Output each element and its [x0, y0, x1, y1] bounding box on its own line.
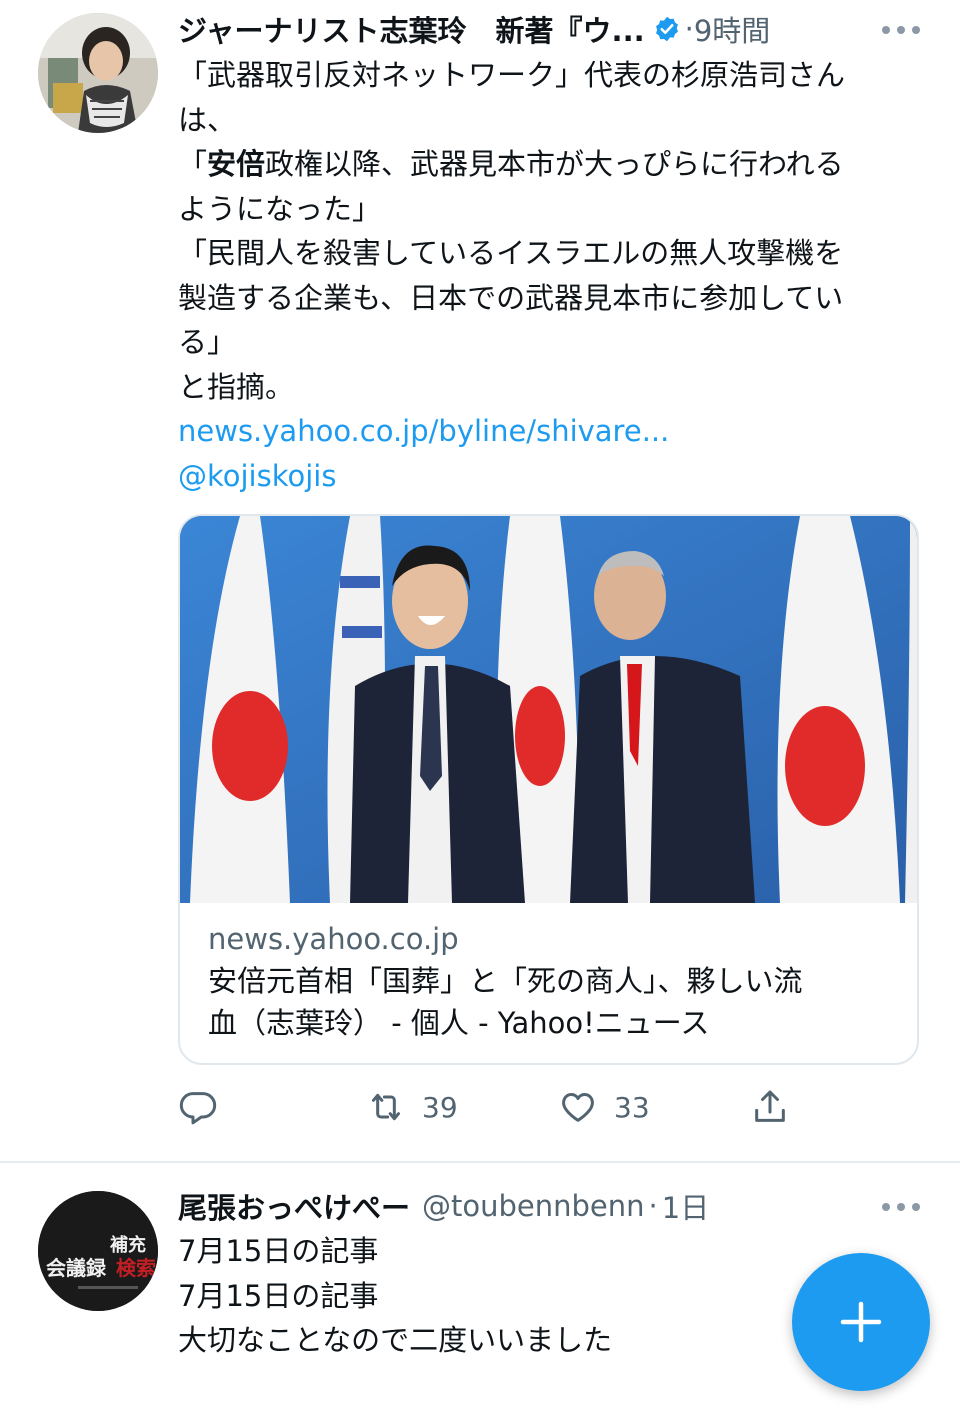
more-icon[interactable] — [882, 1202, 920, 1212]
card-title-line: 血（志葉玲） - 個人 - Yahoo!ニュース — [208, 1006, 710, 1040]
avatar-text: 検索 — [116, 1256, 156, 1280]
like-button[interactable]: 33 — [558, 1082, 650, 1132]
compose-plus-icon — [840, 1301, 882, 1343]
tweet-actions: 39 33 — [178, 1082, 938, 1132]
avatar[interactable] — [38, 13, 158, 133]
avatar[interactable]: 補充 会議録 検索 — [38, 1191, 158, 1311]
reply-button[interactable] — [178, 1082, 218, 1132]
tweet-header: 尾張おっぺけぺー @toubennbenn · 1日 — [178, 1186, 930, 1226]
article-link[interactable]: news.yahoo.co.jp/byline/shivare... — [178, 409, 938, 454]
author-name[interactable]: ジャーナリスト志葉玲 新著『ウ... — [178, 9, 645, 49]
header-separator: · — [648, 1189, 658, 1223]
header-separator: · — [684, 12, 694, 46]
tweet-text-line: 「安倍政権以降、武器見本市が大っぴらに行われる — [178, 142, 938, 187]
tweet-text-line: は、 — [178, 102, 237, 137]
author-handle[interactable]: @toubennbenn — [422, 1189, 645, 1223]
link-card[interactable]: news.yahoo.co.jp 安倍元首相「国葬」と「死の商人」、夥しい流 血… — [178, 514, 919, 1065]
retweet-button[interactable]: 39 — [366, 1082, 458, 1132]
retweet-icon — [372, 1093, 400, 1121]
tweet-text-line: と指摘。 — [178, 369, 295, 404]
compose-tweet-button[interactable] — [792, 1253, 930, 1391]
retweet-count: 39 — [422, 1090, 458, 1124]
tweet-text-fragment: 政権以降、武器見本市が大っぴらに行われる — [265, 147, 844, 181]
card-domain: news.yahoo.co.jp — [208, 922, 459, 956]
tweet-text-line: ようになった」 — [178, 191, 382, 226]
avatar-logo: 補充 会議録 検索 — [38, 1191, 158, 1311]
tweet[interactable]: ジャーナリスト志葉玲 新著『ウ... · 9時間 「武器取引反対ネットワーク」代… — [0, 0, 960, 1162]
card-title-line: 安倍元首相「国葬」と「死の商人」、夥しい流 — [208, 964, 803, 998]
card-photo — [180, 516, 917, 903]
tweet-text-line: る」 — [178, 325, 237, 359]
tweet-header: ジャーナリスト志葉玲 新著『ウ... · 9時間 — [178, 9, 930, 49]
author-name[interactable]: 尾張おっぺけぺー — [178, 1186, 410, 1226]
share-button[interactable] — [750, 1082, 790, 1132]
tweet-text-line: 「民間人を殺害しているイスラエルの無人攻撃機を — [178, 236, 844, 270]
reply-icon — [179, 1092, 217, 1125]
avatar-text: 会議録 — [46, 1256, 107, 1280]
tweet-text-line: 製造する企業も、日本での武器見本市に参加してい — [178, 280, 844, 315]
tweet-text: 「武器取引反対ネットワーク」代表の杉原浩司さん は、 「安倍政権以降、武器見本市… — [178, 53, 938, 498]
like-count: 33 — [614, 1090, 650, 1124]
avatar-photo — [38, 13, 158, 133]
card-body: news.yahoo.co.jp 安倍元首相「国葬」と「死の商人」、夥しい流 血… — [208, 918, 897, 1044]
mention-link[interactable]: @kojiskojis — [178, 454, 938, 499]
more-icon[interactable] — [882, 25, 920, 35]
timestamp[interactable]: 1日 — [662, 1186, 709, 1226]
verified-badge-icon — [655, 16, 678, 42]
avatar-text: 補充 — [109, 1234, 146, 1256]
like-icon — [562, 1093, 594, 1122]
bold-text: 安倍 — [207, 147, 266, 181]
tweet-text-line: 「武器取引反対ネットワーク」代表の杉原浩司さん — [178, 58, 846, 92]
card-image — [180, 516, 917, 903]
share-icon — [755, 1090, 785, 1122]
timestamp[interactable]: 9時間 — [694, 9, 770, 49]
tweet-text-fragment: 「 — [178, 147, 208, 181]
